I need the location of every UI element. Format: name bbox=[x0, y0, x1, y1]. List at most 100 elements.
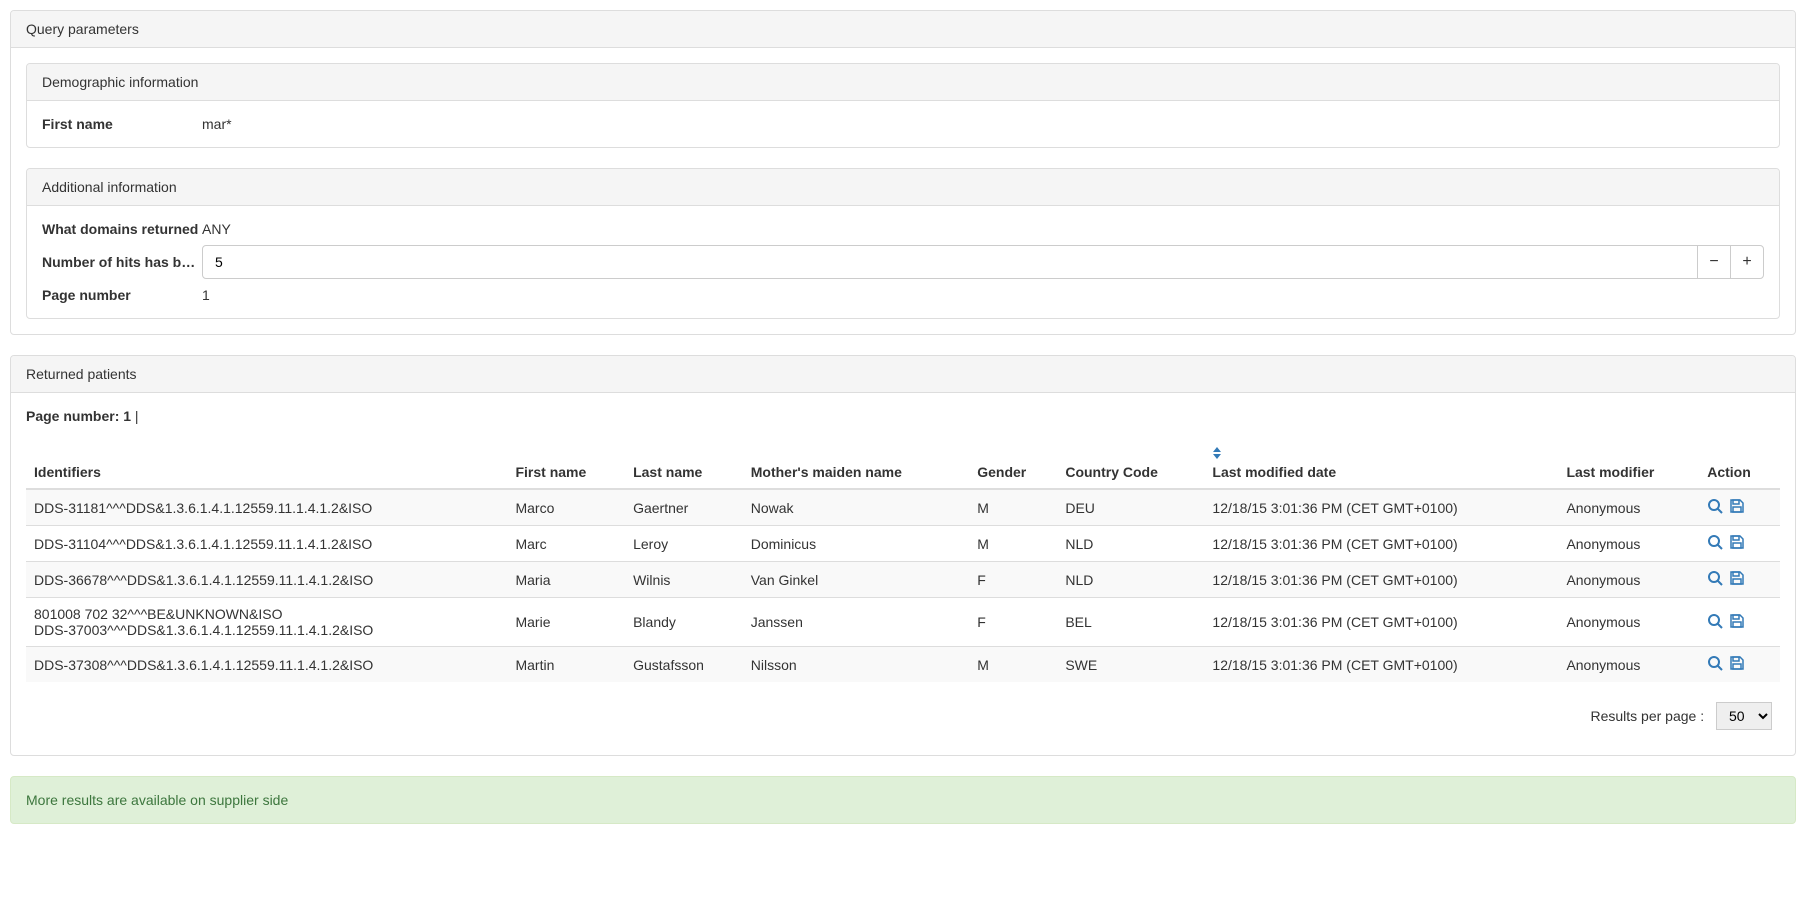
cell-last-name: Leroy bbox=[625, 526, 743, 562]
cell-action bbox=[1699, 647, 1780, 683]
save-button[interactable] bbox=[1729, 534, 1745, 553]
identifier-value: DDS-31181^^^DDS&1.3.6.1.4.1.12559.11.1.4… bbox=[34, 500, 499, 516]
cell-first-name: Marie bbox=[507, 598, 625, 647]
cell-maiden-name: Dominicus bbox=[743, 526, 970, 562]
col-action: Action bbox=[1699, 439, 1780, 489]
cell-identifiers: DDS-31181^^^DDS&1.3.6.1.4.1.12559.11.1.4… bbox=[26, 489, 507, 526]
save-button[interactable] bbox=[1729, 570, 1745, 589]
first-name-row: First name mar* bbox=[42, 116, 1764, 132]
identifier-value: 801008 702 32^^^BE&UNKNOWN&ISO bbox=[34, 606, 499, 622]
cell-gender: M bbox=[969, 489, 1057, 526]
page-number-sep: | bbox=[131, 408, 139, 424]
alert-message: More results are available on supplier s… bbox=[26, 792, 288, 808]
col-last-modified[interactable]: Last modified date bbox=[1204, 439, 1558, 489]
results-per-page-select[interactable]: 50 bbox=[1716, 702, 1772, 730]
hits-decrement-button[interactable]: − bbox=[1697, 245, 1731, 279]
identifier-value: DDS-37003^^^DDS&1.3.6.1.4.1.12559.11.1.4… bbox=[34, 622, 499, 638]
returned-patients-panel: Returned patients Page number: 1 | Ident… bbox=[10, 355, 1796, 756]
page-number-label: Page number: bbox=[26, 408, 119, 424]
page-value: 1 bbox=[202, 287, 1764, 303]
table-row: DDS-31181^^^DDS&1.3.6.1.4.1.12559.11.1.4… bbox=[26, 489, 1780, 526]
col-last-name[interactable]: Last name bbox=[625, 439, 743, 489]
col-identifiers[interactable]: Identifiers bbox=[26, 439, 507, 489]
first-name-label: First name bbox=[42, 116, 202, 132]
view-button[interactable] bbox=[1707, 613, 1723, 632]
cell-identifiers: DDS-37308^^^DDS&1.3.6.1.4.1.12559.11.1.4… bbox=[26, 647, 507, 683]
patients-table: Identifiers First name Last name Mother'… bbox=[26, 439, 1780, 682]
save-icon bbox=[1729, 655, 1745, 674]
view-button[interactable] bbox=[1707, 570, 1723, 589]
view-button[interactable] bbox=[1707, 655, 1723, 674]
cell-last-modified: 12/18/15 3:01:36 PM (CET GMT+0100) bbox=[1204, 489, 1558, 526]
page-info: Page number: 1 | bbox=[26, 408, 1780, 439]
cell-last-name: Gaertner bbox=[625, 489, 743, 526]
cell-maiden-name: Nowak bbox=[743, 489, 970, 526]
cell-action bbox=[1699, 526, 1780, 562]
cell-gender: M bbox=[969, 647, 1057, 683]
view-button[interactable] bbox=[1707, 534, 1723, 553]
returned-patients-title: Returned patients bbox=[11, 356, 1795, 393]
search-icon bbox=[1707, 570, 1723, 589]
table-row: DDS-37308^^^DDS&1.3.6.1.4.1.12559.11.1.4… bbox=[26, 647, 1780, 683]
save-button[interactable] bbox=[1729, 655, 1745, 674]
additional-title: Additional information bbox=[27, 169, 1779, 206]
search-icon bbox=[1707, 655, 1723, 674]
cell-last-modified: 12/18/15 3:01:36 PM (CET GMT+0100) bbox=[1204, 526, 1558, 562]
results-per-page-label: Results per page : bbox=[1590, 708, 1704, 724]
col-country[interactable]: Country Code bbox=[1057, 439, 1204, 489]
cell-first-name: Marco bbox=[507, 489, 625, 526]
cell-country: DEU bbox=[1057, 489, 1204, 526]
cell-last-modified: 12/18/15 3:01:36 PM (CET GMT+0100) bbox=[1204, 647, 1558, 683]
save-button[interactable] bbox=[1729, 498, 1745, 517]
query-parameters-panel: Query parameters Demographic information… bbox=[10, 10, 1796, 335]
save-icon bbox=[1729, 498, 1745, 517]
cell-first-name: Maria bbox=[507, 562, 625, 598]
table-row: DDS-31104^^^DDS&1.3.6.1.4.1.12559.11.1.4… bbox=[26, 526, 1780, 562]
col-gender[interactable]: Gender bbox=[969, 439, 1057, 489]
cell-last-name: Gustafsson bbox=[625, 647, 743, 683]
search-icon bbox=[1707, 613, 1723, 632]
first-name-value: mar* bbox=[202, 116, 1764, 132]
cell-country: NLD bbox=[1057, 562, 1204, 598]
demographic-panel: Demographic information First name mar* bbox=[26, 63, 1780, 148]
save-button[interactable] bbox=[1729, 613, 1745, 632]
save-icon bbox=[1729, 570, 1745, 589]
sort-icon bbox=[1212, 447, 1550, 462]
cell-last-modifier: Anonymous bbox=[1558, 526, 1699, 562]
domains-label: What domains returned bbox=[42, 221, 202, 237]
cell-last-name: Wilnis bbox=[625, 562, 743, 598]
hits-stepper: − + bbox=[202, 245, 1764, 279]
search-icon bbox=[1707, 534, 1723, 553]
domains-row: What domains returned ANY bbox=[42, 221, 1764, 237]
query-parameters-title: Query parameters bbox=[11, 11, 1795, 48]
plus-icon: + bbox=[1742, 253, 1751, 271]
search-icon bbox=[1707, 498, 1723, 517]
hits-row: Number of hits has bee… − + bbox=[42, 245, 1764, 279]
cell-maiden-name: Nilsson bbox=[743, 647, 970, 683]
minus-icon: − bbox=[1709, 253, 1718, 271]
cell-last-name: Blandy bbox=[625, 598, 743, 647]
hits-increment-button[interactable]: + bbox=[1730, 245, 1764, 279]
demographic-title: Demographic information bbox=[27, 64, 1779, 101]
more-results-alert: More results are available on supplier s… bbox=[10, 776, 1796, 824]
query-parameters-body: Demographic information First name mar* … bbox=[11, 48, 1795, 334]
hits-input[interactable] bbox=[202, 245, 1698, 279]
cell-last-modifier: Anonymous bbox=[1558, 489, 1699, 526]
identifier-value: DDS-36678^^^DDS&1.3.6.1.4.1.12559.11.1.4… bbox=[34, 572, 499, 588]
cell-last-modified: 12/18/15 3:01:36 PM (CET GMT+0100) bbox=[1204, 598, 1558, 647]
view-button[interactable] bbox=[1707, 498, 1723, 517]
results-per-page: Results per page : 50 bbox=[26, 682, 1780, 740]
cell-gender: F bbox=[969, 562, 1057, 598]
cell-identifiers: 801008 702 32^^^BE&UNKNOWN&ISODDS-37003^… bbox=[26, 598, 507, 647]
cell-country: BEL bbox=[1057, 598, 1204, 647]
col-maiden-name[interactable]: Mother's maiden name bbox=[743, 439, 970, 489]
additional-panel: Additional information What domains retu… bbox=[26, 168, 1780, 319]
col-first-name[interactable]: First name bbox=[507, 439, 625, 489]
col-last-modifier[interactable]: Last modifier bbox=[1558, 439, 1699, 489]
table-row: 801008 702 32^^^BE&UNKNOWN&ISODDS-37003^… bbox=[26, 598, 1780, 647]
cell-gender: F bbox=[969, 598, 1057, 647]
save-icon bbox=[1729, 613, 1745, 632]
col-last-modified-label: Last modified date bbox=[1212, 464, 1336, 480]
table-row: DDS-36678^^^DDS&1.3.6.1.4.1.12559.11.1.4… bbox=[26, 562, 1780, 598]
cell-last-modifier: Anonymous bbox=[1558, 562, 1699, 598]
